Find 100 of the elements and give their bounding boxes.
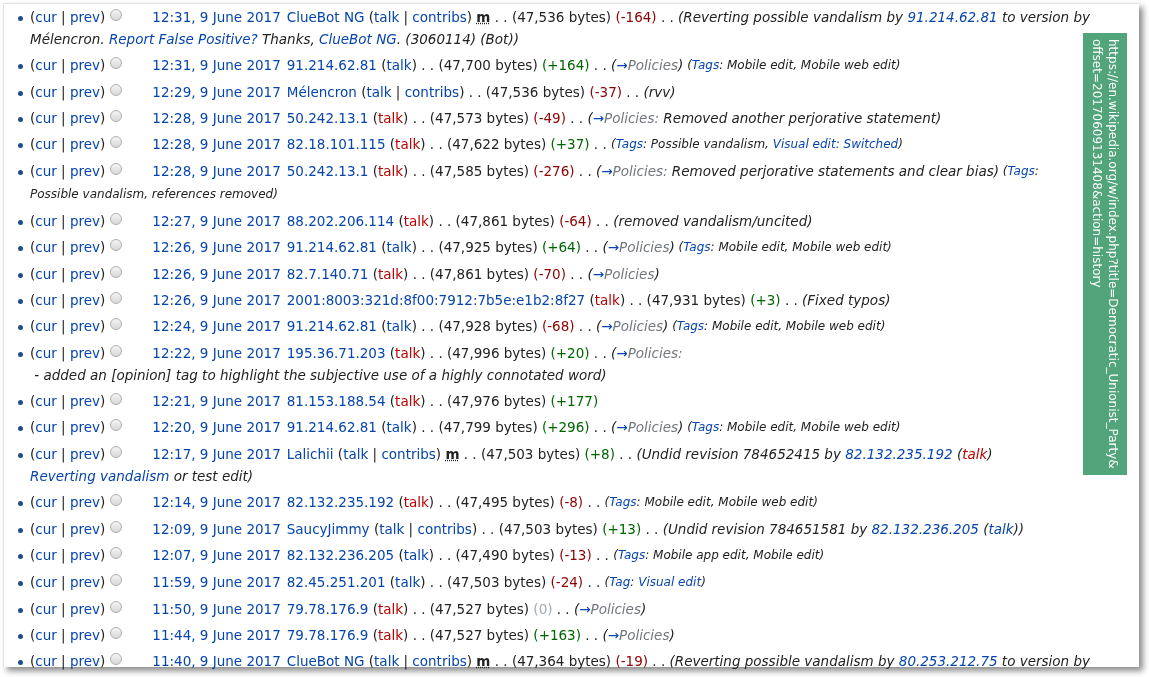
missing-page-link[interactable]: talk <box>377 624 404 646</box>
link[interactable]: prev <box>69 390 101 412</box>
link[interactable]: cur <box>35 160 57 182</box>
link[interactable]: contribs <box>417 518 472 540</box>
link[interactable]: → <box>579 598 591 620</box>
link[interactable]: Visual edit: Switched <box>772 133 899 155</box>
link[interactable]: Tags <box>615 133 643 155</box>
link[interactable]: 82.132.236.205 <box>286 544 395 566</box>
link[interactable]: talk <box>374 650 400 672</box>
date-link[interactable]: 11:50, 9 June 2017 <box>152 598 281 620</box>
link[interactable]: 82.132.235.192 <box>845 443 953 465</box>
link[interactable]: talk <box>386 236 412 258</box>
radio-button[interactable] <box>110 494 123 506</box>
link[interactable]: 91.214.62.81 <box>907 6 998 28</box>
link[interactable]: 79.78.176.9 <box>286 598 369 620</box>
link[interactable]: ClueBot NG <box>286 6 365 28</box>
radio-button[interactable] <box>110 57 123 69</box>
date-link[interactable]: 12:28, 9 June 2017 <box>152 107 281 129</box>
link[interactable]: → <box>601 315 613 337</box>
link[interactable]: contribs <box>404 81 460 103</box>
radio-button[interactable] <box>110 213 123 225</box>
link[interactable]: Visual edit <box>638 571 702 593</box>
missing-page-link[interactable]: talk <box>377 598 404 620</box>
link[interactable]: prev <box>69 650 101 672</box>
link[interactable]: ClueBot NG <box>319 28 397 50</box>
radio-button[interactable] <box>110 446 123 458</box>
missing-page-link[interactable]: talk <box>395 342 421 364</box>
link[interactable]: prev <box>69 289 101 311</box>
radio-button[interactable] <box>110 547 123 559</box>
link[interactable]: prev <box>69 236 101 258</box>
date-link[interactable]: 12:21, 9 June 2017 <box>152 390 281 412</box>
link[interactable]: SaucyJimmy <box>286 518 370 540</box>
radio-button[interactable] <box>110 110 123 122</box>
link[interactable]: prev <box>69 544 101 566</box>
link[interactable]: prev <box>69 443 101 465</box>
link[interactable]: cur <box>35 107 57 129</box>
link[interactable]: 50.242.13.1 <box>286 107 369 129</box>
link[interactable]: → <box>607 624 620 646</box>
link[interactable]: → <box>592 263 604 285</box>
link[interactable]: prev <box>69 107 101 129</box>
link[interactable]: prev <box>69 342 101 364</box>
link[interactable]: cur <box>35 518 57 540</box>
link[interactable]: cur <box>35 263 57 285</box>
link[interactable]: cur <box>35 133 57 155</box>
link[interactable]: talk <box>386 416 412 438</box>
link[interactable]: Tags <box>609 491 637 513</box>
date-link[interactable]: 12:29, 9 June 2017 <box>152 81 281 103</box>
link[interactable]: cur <box>35 289 57 311</box>
missing-page-link[interactable]: talk <box>403 210 429 232</box>
link[interactable]: prev <box>69 315 101 337</box>
link[interactable]: 91.214.62.81 <box>286 54 377 76</box>
link[interactable]: cur <box>35 6 57 28</box>
link[interactable]: prev <box>69 81 101 103</box>
link[interactable]: ClueBot NG <box>286 650 365 672</box>
link[interactable]: cur <box>35 390 57 412</box>
link[interactable]: 82.7.140.71 <box>286 263 369 285</box>
date-link[interactable]: 12:17, 9 June 2017 <box>152 443 281 465</box>
link[interactable]: Reverting vandalism <box>30 465 170 487</box>
radio-button[interactable] <box>110 163 123 175</box>
link[interactable]: cur <box>35 571 57 593</box>
link[interactable]: prev <box>69 598 101 620</box>
date-link[interactable]: 12:22, 9 June 2017 <box>152 342 281 364</box>
link[interactable]: → <box>592 107 604 129</box>
radio-button[interactable] <box>110 574 123 586</box>
link[interactable]: prev <box>69 160 101 182</box>
link[interactable]: cur <box>35 236 57 258</box>
link[interactable]: cur <box>35 342 57 364</box>
link[interactable]: → <box>616 416 628 438</box>
radio-button[interactable] <box>110 239 123 251</box>
link[interactable]: 82.45.251.201 <box>286 571 386 593</box>
link[interactable]: prev <box>69 571 101 593</box>
link[interactable]: prev <box>69 518 101 540</box>
radio-button[interactable] <box>110 521 123 533</box>
link[interactable]: talk <box>366 81 392 103</box>
date-link[interactable]: 12:27, 9 June 2017 <box>152 210 281 232</box>
link[interactable]: 80.253.212.75 <box>898 650 998 672</box>
link[interactable]: contribs <box>412 6 467 28</box>
link[interactable]: talk <box>343 443 369 465</box>
link[interactable]: Mélencron <box>286 81 357 103</box>
link[interactable]: 50.242.13.1 <box>286 160 369 182</box>
link[interactable]: talk <box>403 544 429 566</box>
link[interactable]: prev <box>69 491 101 513</box>
missing-page-link[interactable]: talk <box>594 289 620 311</box>
link[interactable]: 91.214.62.81 <box>286 416 377 438</box>
link[interactable]: prev <box>69 416 101 438</box>
date-link[interactable]: 12:14, 9 June 2017 <box>152 491 281 513</box>
link[interactable]: → <box>616 342 628 364</box>
link[interactable]: → <box>601 160 613 182</box>
link[interactable]: cur <box>35 416 57 438</box>
date-link[interactable]: 12:26, 9 June 2017 <box>152 289 281 311</box>
link[interactable]: prev <box>69 210 101 232</box>
link[interactable]: Tags <box>683 236 711 258</box>
radio-button[interactable] <box>110 653 123 665</box>
date-link[interactable]: 12:26, 9 June 2017 <box>152 263 281 285</box>
date-link[interactable]: 12:20, 9 June 2017 <box>152 416 281 438</box>
link[interactable]: cur <box>35 544 57 566</box>
date-link[interactable]: 12:24, 9 June 2017 <box>152 315 281 337</box>
link[interactable]: 91.214.62.81 <box>286 315 377 337</box>
radio-button[interactable] <box>110 601 123 613</box>
link[interactable]: contribs <box>412 650 467 672</box>
